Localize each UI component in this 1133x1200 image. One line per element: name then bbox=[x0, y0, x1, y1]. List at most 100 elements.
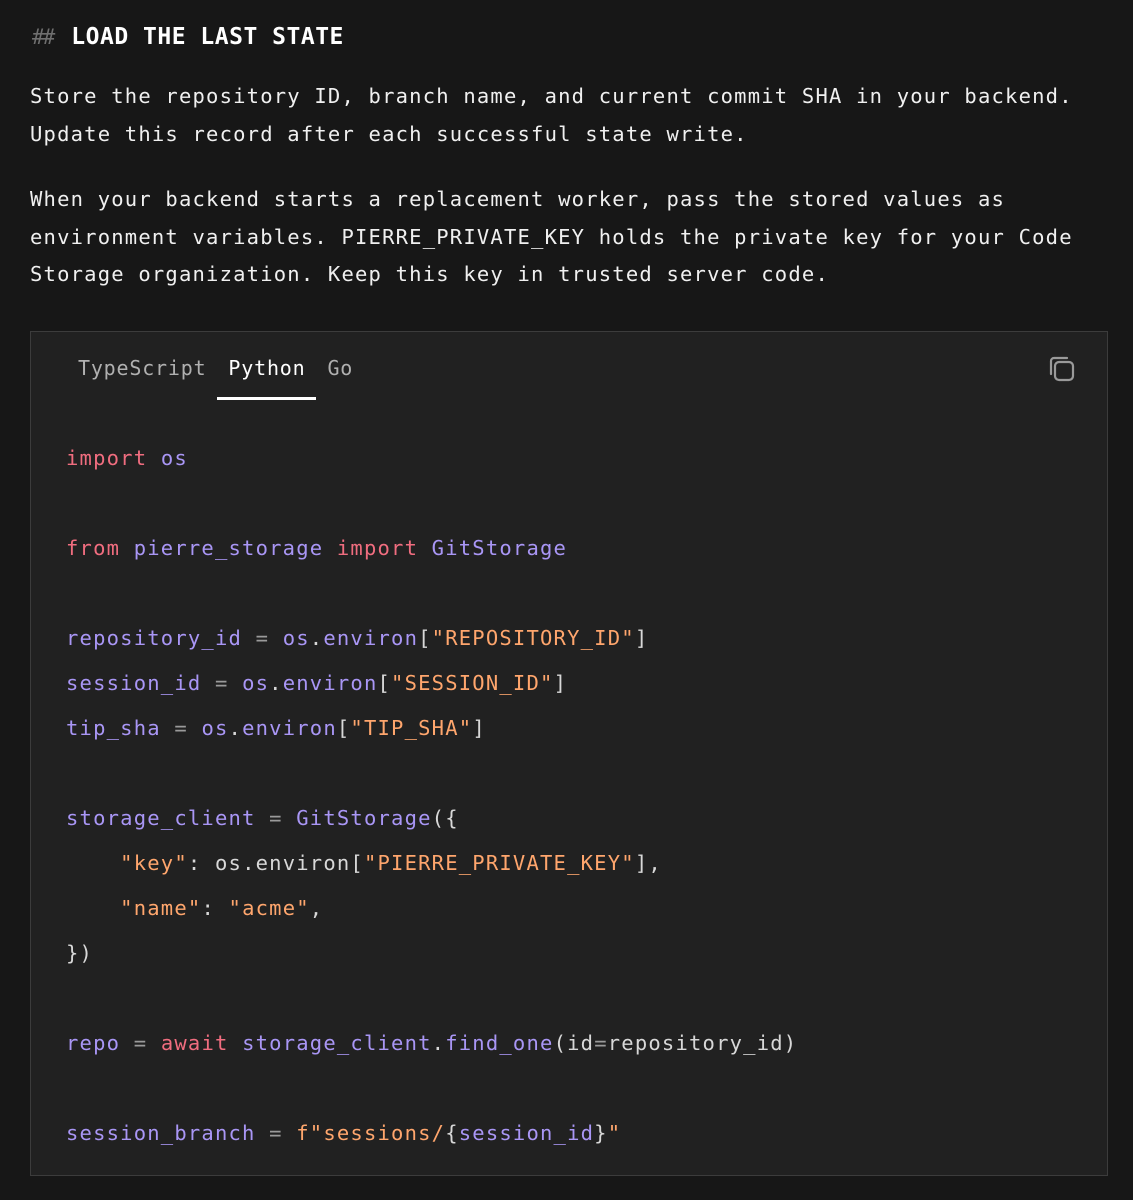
code-token: : bbox=[187, 851, 215, 875]
paragraph-store-state: Store the repository ID, branch name, an… bbox=[30, 84, 1073, 146]
code-block: TypeScript Python Go import os from pier… bbox=[30, 331, 1108, 1176]
tab-python[interactable]: Python bbox=[217, 354, 317, 400]
code-token: os bbox=[242, 671, 270, 695]
code-token: GitStorage bbox=[296, 806, 432, 830]
code-token: id bbox=[567, 1031, 595, 1055]
code-token: repository_id bbox=[607, 1031, 784, 1055]
paragraph-replacement-worker: When your backend starts a replacement w… bbox=[30, 187, 1073, 286]
code-line: }) bbox=[66, 931, 797, 976]
code-token: import bbox=[336, 536, 419, 560]
code-token: storage_client bbox=[242, 1031, 432, 1055]
copy-button[interactable] bbox=[1047, 354, 1077, 384]
code-token: session_branch bbox=[66, 1121, 256, 1145]
code-token: [ bbox=[350, 851, 364, 875]
code-line: repo = await storage_client.find_one(id=… bbox=[66, 1021, 797, 1066]
code-line: storage_client = GitStorage({ bbox=[66, 796, 797, 841]
code-token: tip_sha bbox=[66, 716, 161, 740]
code-line: session_id = os.environ["SESSION_ID"] bbox=[66, 661, 797, 706]
code-token: . bbox=[269, 671, 283, 695]
code-token: repo bbox=[66, 1031, 121, 1055]
code-token: environ bbox=[282, 671, 378, 695]
code-token: "name" bbox=[120, 896, 202, 920]
code-token: os bbox=[201, 716, 229, 740]
code-token: storage_client bbox=[66, 806, 256, 830]
code-token: = bbox=[255, 1121, 297, 1145]
doc-page: ## LOAD THE LAST STATE Store the reposit… bbox=[0, 0, 1133, 1200]
code-line: repository_id = os.environ["REPOSITORY_I… bbox=[66, 616, 797, 661]
code-line: "name": "acme", bbox=[66, 886, 797, 931]
code-token: os bbox=[160, 446, 188, 470]
code-token: , bbox=[309, 896, 324, 920]
code-token: pierre_storage bbox=[133, 536, 324, 560]
copy-icon bbox=[1049, 356, 1075, 382]
code-line: tip_sha = os.environ["TIP_SHA"] bbox=[66, 706, 797, 751]
code-token: os bbox=[282, 626, 310, 650]
code-token: ] bbox=[472, 716, 486, 740]
code-token: "REPOSITORY_ID" bbox=[431, 626, 635, 650]
tab-typescript[interactable]: TypeScript bbox=[67, 354, 217, 400]
code-token: "SESSION_ID" bbox=[391, 671, 554, 695]
tab-go[interactable]: Go bbox=[316, 354, 364, 400]
code-token: = bbox=[160, 716, 202, 740]
heading-marker: ## bbox=[32, 25, 55, 49]
code-token: from bbox=[66, 536, 121, 560]
code-token: . bbox=[228, 716, 243, 740]
code-token: ] bbox=[634, 626, 649, 650]
code-token: }) bbox=[66, 941, 94, 965]
code-token: " bbox=[607, 1121, 622, 1145]
code-token: ( bbox=[553, 1031, 568, 1055]
code-content: import os from pierre_storage import Git… bbox=[66, 436, 797, 1156]
code-token: repository_id bbox=[66, 626, 243, 650]
section-heading: ## LOAD THE LAST STATE bbox=[32, 24, 344, 50]
code-token: } bbox=[594, 1121, 608, 1145]
code-token: { bbox=[445, 1121, 459, 1145]
code-token: find_one bbox=[445, 1031, 554, 1055]
code-token: "TIP_SHA" bbox=[350, 716, 473, 740]
code-token: . bbox=[242, 851, 256, 875]
code-token: = bbox=[594, 1031, 608, 1055]
heading-title: LOAD THE LAST STATE bbox=[71, 24, 344, 50]
code-token: environ bbox=[323, 626, 419, 650]
code-token: ], bbox=[634, 851, 662, 875]
code-token: . bbox=[431, 1031, 446, 1055]
code-token: import bbox=[66, 446, 148, 470]
code-token: "acme" bbox=[228, 896, 310, 920]
code-token: await bbox=[160, 1031, 229, 1055]
code-token: [ bbox=[418, 626, 432, 650]
code-line: from pierre_storage import GitStorage bbox=[66, 526, 797, 571]
language-tabs: TypeScript Python Go bbox=[67, 354, 364, 402]
code-line: "key": os.environ["PIERRE_PRIVATE_KEY"], bbox=[66, 841, 797, 886]
code-token: session_id bbox=[458, 1121, 595, 1145]
code-token: f"sessions/ bbox=[296, 1121, 446, 1145]
code-token: = bbox=[120, 1031, 161, 1055]
code-token: = bbox=[201, 671, 243, 695]
code-token: environ bbox=[242, 716, 337, 740]
code-token: environ bbox=[255, 851, 351, 875]
code-token: = bbox=[255, 806, 297, 830]
code-token: session_id bbox=[66, 671, 202, 695]
code-token: [ bbox=[336, 716, 351, 740]
code-token: os bbox=[214, 851, 243, 875]
code-token: "key" bbox=[120, 851, 188, 875]
code-token: ) bbox=[783, 1031, 798, 1055]
code-token: . bbox=[309, 626, 324, 650]
code-token: GitStorage bbox=[431, 536, 568, 560]
code-token: : bbox=[201, 896, 229, 920]
code-line: session_branch = f"sessions/{session_id}… bbox=[66, 1111, 797, 1156]
code-token: [ bbox=[377, 671, 392, 695]
code-token: ] bbox=[553, 671, 568, 695]
code-line: import os bbox=[66, 436, 797, 481]
code-token: ({ bbox=[431, 806, 459, 830]
